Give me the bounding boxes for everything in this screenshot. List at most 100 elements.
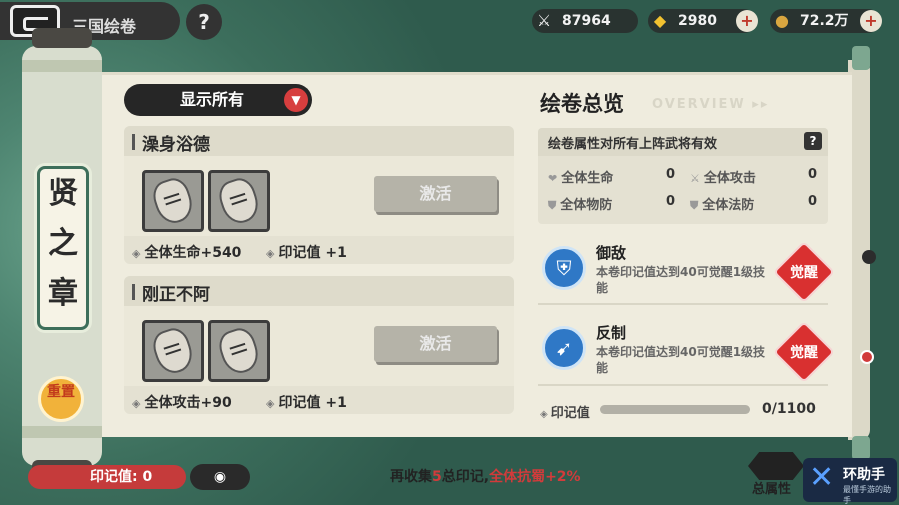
diamond-icon: ◈ — [266, 397, 275, 410]
reset-label: 重置 — [47, 384, 75, 400]
mark-progress-bar — [600, 405, 750, 414]
chevron-down-icon[interactable]: ▼ — [284, 88, 308, 112]
hero-face-icon — [149, 324, 197, 378]
card-stat: ◈ 全体生命+540 — [132, 242, 241, 262]
roller-band — [22, 60, 102, 72]
watermark-logo: ✕ 环助手 最懂手游的助手 — [803, 458, 897, 505]
diamond-icon: ◈ — [540, 409, 548, 420]
progress-label: ◈ 印记值 — [540, 402, 590, 421]
stat-text: 全体生命+540 — [144, 245, 242, 261]
overview-header: 绘卷属性对所有上阵武将有效 ? — [538, 128, 828, 156]
progress-text: 印记值 — [550, 406, 590, 421]
heart-icon: ❤ — [548, 172, 558, 185]
eye-icon[interactable]: ◉ — [190, 464, 250, 490]
skill-name: 御敌 — [596, 244, 627, 262]
resource-coin: ● 72.2万 + — [770, 9, 882, 33]
card-stat: ◈ 印记值 +1 — [266, 242, 347, 262]
hero-portrait[interactable] — [142, 320, 204, 382]
skill-name: 反制 — [596, 324, 627, 342]
filter-dropdown[interactable]: 显示所有 ▼ — [124, 84, 312, 116]
shield-icon: ⛊ — [548, 199, 557, 212]
watermark-sub: 最懂手游的助手 — [843, 485, 891, 505]
diamond-icon: ◈ — [132, 397, 141, 410]
roller-cap — [32, 28, 92, 48]
card-title: 澡身浴德 — [142, 135, 210, 155]
add-coin-button[interactable]: + — [860, 10, 882, 32]
hero-portrait[interactable] — [208, 320, 270, 382]
gold-ingot-icon: ◆ — [653, 11, 667, 30]
card-body: 激活 — [124, 306, 514, 386]
card-title-bar — [132, 284, 135, 300]
diamond-icon: ◈ — [132, 247, 141, 260]
skill-item: ➹ 反制 本卷印记值达到40可觉醒1级技能 觉醒 — [538, 318, 836, 388]
overview-title: 绘卷总览 — [540, 92, 624, 116]
mark-counter: 印记值: 0 — [28, 465, 186, 489]
crossed-swords-icon: ⚔ — [536, 11, 552, 30]
progress-value: 0/1100 — [762, 401, 816, 417]
overview-attributes: 绘卷属性对所有上阵武将有效 ? ❤ 全体生命 0 ⚔ 全体攻击 0 ⛊ 全体物防 0 … — [538, 128, 828, 224]
resource-value: 2980 — [678, 13, 717, 29]
collection-card: 刚正不阿 激活 ◈ 全体攻击+90 ◈ 印记值 +1 — [124, 276, 514, 414]
attr-label: ⛊ 全体物防 — [548, 194, 612, 213]
attr-text: 全体攻击 — [703, 171, 756, 186]
chapter-char: 章 — [48, 276, 78, 311]
attr-value: 0 — [808, 167, 818, 182]
card-title-bar — [132, 134, 135, 150]
collect-hint: 再收集5总印记,全体抗蜀+2% — [390, 466, 581, 486]
magic-shield-icon: ⛊ — [690, 199, 699, 212]
attr-label: ⚔ 全体攻击 — [690, 167, 756, 186]
logo-mark-icon: ✕ — [809, 460, 835, 495]
stat-text: 全体攻击+90 — [144, 395, 232, 411]
overview-help-button[interactable]: ? — [804, 132, 822, 150]
reset-button[interactable]: 重置 — [38, 376, 84, 422]
card-body: 激活 — [124, 156, 514, 236]
scroll-rod-bottom — [852, 436, 870, 460]
attr-label: ❤ 全体生命 — [548, 167, 613, 186]
add-gold-button[interactable]: + — [736, 10, 758, 32]
total-attributes-icon[interactable] — [748, 452, 804, 480]
shield-skill-icon[interactable]: ⛨ — [542, 246, 586, 290]
resource-gold: ◆ 2980 + — [648, 9, 758, 33]
stat-text: 印记值 +1 — [278, 245, 347, 261]
red-bead-icon — [860, 350, 874, 364]
resource-power: ⚔ 87964 — [532, 9, 638, 33]
collection-card: 澡身浴德 激活 ◈ 全体生命+540 ◈ 印记值 +1 — [124, 126, 514, 264]
attr-value: 0 — [666, 167, 676, 182]
attr-value: 0 — [666, 194, 676, 209]
hero-portrait[interactable] — [208, 170, 270, 232]
help-button[interactable]: ? — [186, 4, 222, 40]
attr-value: 0 — [808, 194, 818, 209]
hint-prefix: 再收集 — [390, 469, 432, 485]
awaken-label[interactable]: 觉醒 — [784, 262, 824, 282]
hero-portrait[interactable] — [142, 170, 204, 232]
roller-band — [22, 426, 102, 438]
chapter-char: 之 — [48, 226, 78, 261]
ornament-knob-icon — [862, 250, 876, 264]
card-stat: ◈ 全体攻击+90 — [132, 392, 232, 412]
hint-number: 5 — [432, 469, 442, 485]
card-stat: ◈ 印记值 +1 — [266, 392, 347, 412]
chapter-plaque: 贤 之 章 — [37, 166, 89, 330]
coin-icon: ● — [775, 11, 789, 30]
total-attributes-button[interactable]: 总属性 — [752, 478, 791, 497]
hero-face-icon — [215, 174, 263, 228]
stat-text: 印记值 +1 — [278, 395, 347, 411]
mark-text: 印记值: 0 — [90, 469, 153, 485]
diamond-icon: ◈ — [266, 247, 275, 260]
card-title: 刚正不阿 — [142, 285, 210, 305]
attr-label: ⛊ 全体法防 — [690, 194, 754, 213]
skill-desc: 本卷印记值达到40可觉醒1级技能 — [596, 345, 766, 375]
activate-button[interactable]: 激活 — [374, 326, 497, 362]
scroll-roller: 贤 之 章 重置 — [22, 28, 102, 480]
divider — [538, 384, 828, 386]
overview-subtitle: OVERVIEW ▸▸ — [652, 97, 770, 112]
skill-desc: 本卷印记值达到40可觉醒1级技能 — [596, 265, 766, 295]
hint-bonus: 全体抗蜀+2% — [489, 469, 581, 485]
divider — [538, 303, 828, 305]
resource-value: 72.2万 — [800, 13, 849, 29]
chapter-char: 贤 — [48, 176, 78, 211]
awaken-label[interactable]: 觉醒 — [784, 342, 824, 362]
counter-arrow-icon[interactable]: ➹ — [542, 326, 586, 370]
resource-value: 87964 — [562, 13, 611, 29]
activate-button[interactable]: 激活 — [374, 176, 497, 212]
